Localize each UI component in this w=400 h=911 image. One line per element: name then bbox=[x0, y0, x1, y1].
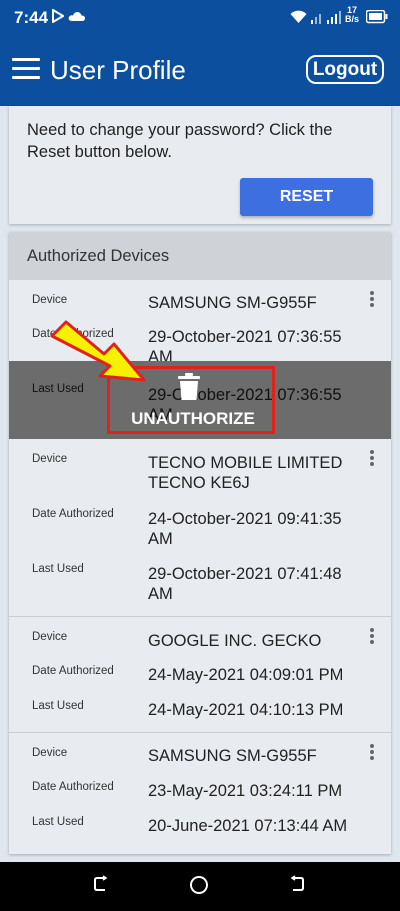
device-name: SAMSUNG SM-G955F bbox=[148, 294, 317, 312]
device-row[interactable]: Device SAMSUNG SM-G955F Date Authorized … bbox=[9, 733, 391, 854]
device-label: Device bbox=[32, 453, 68, 465]
annotation-arrow-icon bbox=[50, 320, 146, 382]
more-vert-icon[interactable] bbox=[367, 628, 377, 648]
devices-header: Authorized Devices bbox=[9, 232, 391, 280]
device-name: GOOGLE INC. GECKO bbox=[148, 632, 322, 650]
last-used-value: 20-June-2021 07:13:44 AM bbox=[148, 817, 348, 835]
signal-icon bbox=[311, 11, 341, 24]
last-used-value: 29-October-2021 07:41:48 AM bbox=[148, 565, 342, 603]
last-used-label: Last Used bbox=[32, 563, 84, 575]
last-used-label: Last Used bbox=[32, 700, 84, 712]
device-name: SAMSUNG SM-G955F bbox=[148, 747, 317, 765]
wifi-icon bbox=[290, 10, 307, 23]
cloud-icon bbox=[68, 11, 86, 21]
trash-icon[interactable] bbox=[178, 373, 200, 401]
play-icon bbox=[52, 9, 64, 23]
status-bar: 7:44 17 B/s bbox=[0, 0, 400, 36]
device-label: Device bbox=[32, 747, 68, 759]
date-authorized-label: Date Authorized bbox=[32, 508, 114, 520]
device-row[interactable]: Device GOOGLE INC. GECKO Date Authorized… bbox=[9, 617, 391, 733]
device-row[interactable]: Device TECNO MOBILE LIMITED TECNO KE6J D… bbox=[9, 439, 391, 617]
device-label: Device bbox=[32, 294, 68, 306]
reset-button[interactable]: RESET bbox=[240, 178, 373, 216]
device-label: Device bbox=[32, 631, 68, 643]
date-authorized-label: Date Authorized bbox=[32, 665, 114, 677]
more-vert-icon[interactable] bbox=[367, 291, 377, 311]
page-title: User Profile bbox=[50, 55, 186, 85]
net-speed: 17 B/s bbox=[345, 6, 359, 24]
reset-password-card: Need to change your password? Click the … bbox=[9, 106, 391, 224]
more-vert-icon[interactable] bbox=[367, 744, 377, 764]
hamburger-menu-icon[interactable] bbox=[12, 58, 40, 80]
status-time: 7:44 bbox=[14, 8, 49, 27]
last-used-label: Last Used bbox=[32, 816, 84, 828]
devices-title: Authorized Devices bbox=[27, 247, 170, 265]
system-nav-bar bbox=[0, 862, 400, 911]
battery-icon bbox=[366, 10, 388, 24]
date-authorized-label: Date Authorized bbox=[32, 781, 114, 793]
more-vert-icon[interactable] bbox=[367, 450, 377, 470]
date-authorized-value: 24-May-2021 04:09:01 PM bbox=[148, 666, 344, 684]
logout-button[interactable]: Logout bbox=[306, 55, 384, 84]
app-bar: User Profile Logout bbox=[0, 36, 400, 106]
recent-apps-icon[interactable] bbox=[92, 875, 110, 893]
device-name: TECNO MOBILE LIMITED TECNO KE6J bbox=[148, 454, 343, 492]
last-used-value: 24-May-2021 04:10:13 PM bbox=[148, 701, 344, 719]
unauthorize-button[interactable]: UNAUTHORIZE bbox=[116, 409, 270, 429]
date-authorized-value: 24-October-2021 09:41:35 AM bbox=[148, 510, 342, 548]
reset-message: Need to change your password? Click the … bbox=[27, 121, 333, 161]
back-icon[interactable] bbox=[288, 875, 306, 893]
net-speed-unit: B/s bbox=[345, 14, 360, 24]
home-icon[interactable] bbox=[189, 875, 209, 895]
date-authorized-value: 23-May-2021 03:24:11 PM bbox=[148, 782, 343, 800]
